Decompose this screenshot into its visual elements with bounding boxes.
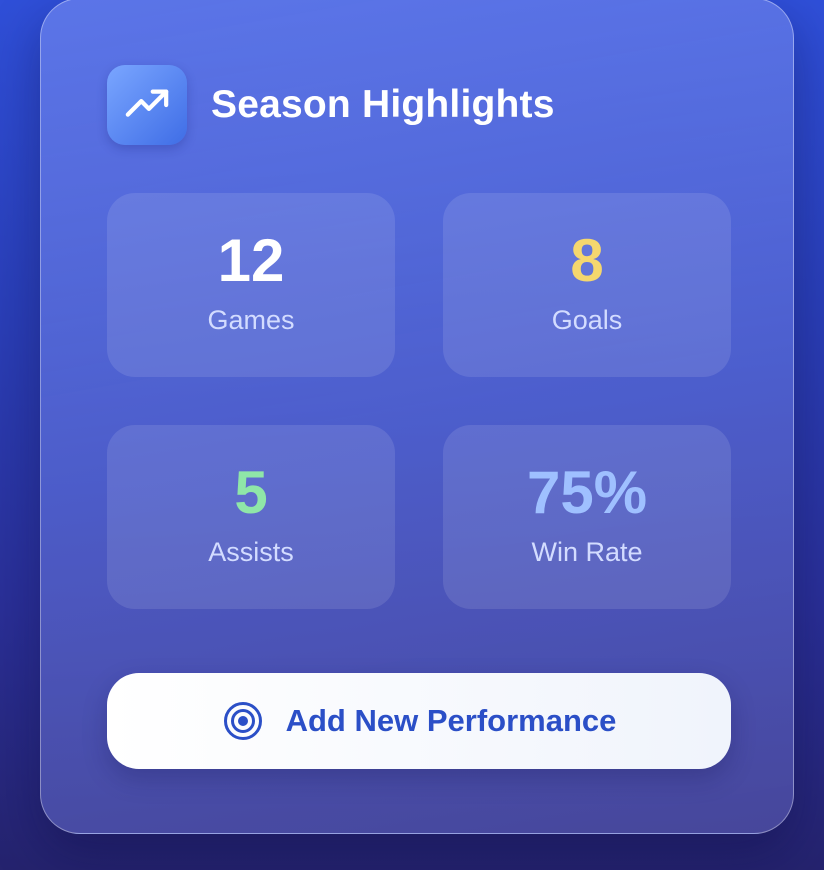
- stat-goals-label: Goals: [551, 305, 623, 335]
- stat-assists-value: 5: [234, 459, 268, 526]
- card-header: Season Highlights: [107, 65, 555, 145]
- stat-win-rate-value: 75%: [526, 459, 648, 526]
- stat-games: 12 Games: [107, 193, 395, 377]
- trending-up-icon: [107, 65, 187, 145]
- stat-goals-value: 8: [570, 227, 604, 294]
- stat-assists-label: Assists: [208, 537, 294, 567]
- stat-games-label: Games: [207, 305, 295, 335]
- add-new-performance-label: Add New Performance: [285, 703, 617, 738]
- stat-goals: 8 Goals: [443, 193, 731, 377]
- season-highlights-card: Season Highlights 12 Games 8 Goals 5 Ass…: [40, 0, 794, 834]
- stat-win-rate-label: Win Rate: [531, 537, 643, 567]
- card-title: Season Highlights: [211, 83, 555, 126]
- stat-win-rate: 75% Win Rate: [443, 425, 731, 609]
- stat-games-value: 12: [217, 227, 285, 294]
- target-icon: [222, 700, 264, 742]
- stat-assists: 5 Assists: [107, 425, 395, 609]
- add-new-performance-button[interactable]: Add New Performance: [107, 673, 731, 769]
